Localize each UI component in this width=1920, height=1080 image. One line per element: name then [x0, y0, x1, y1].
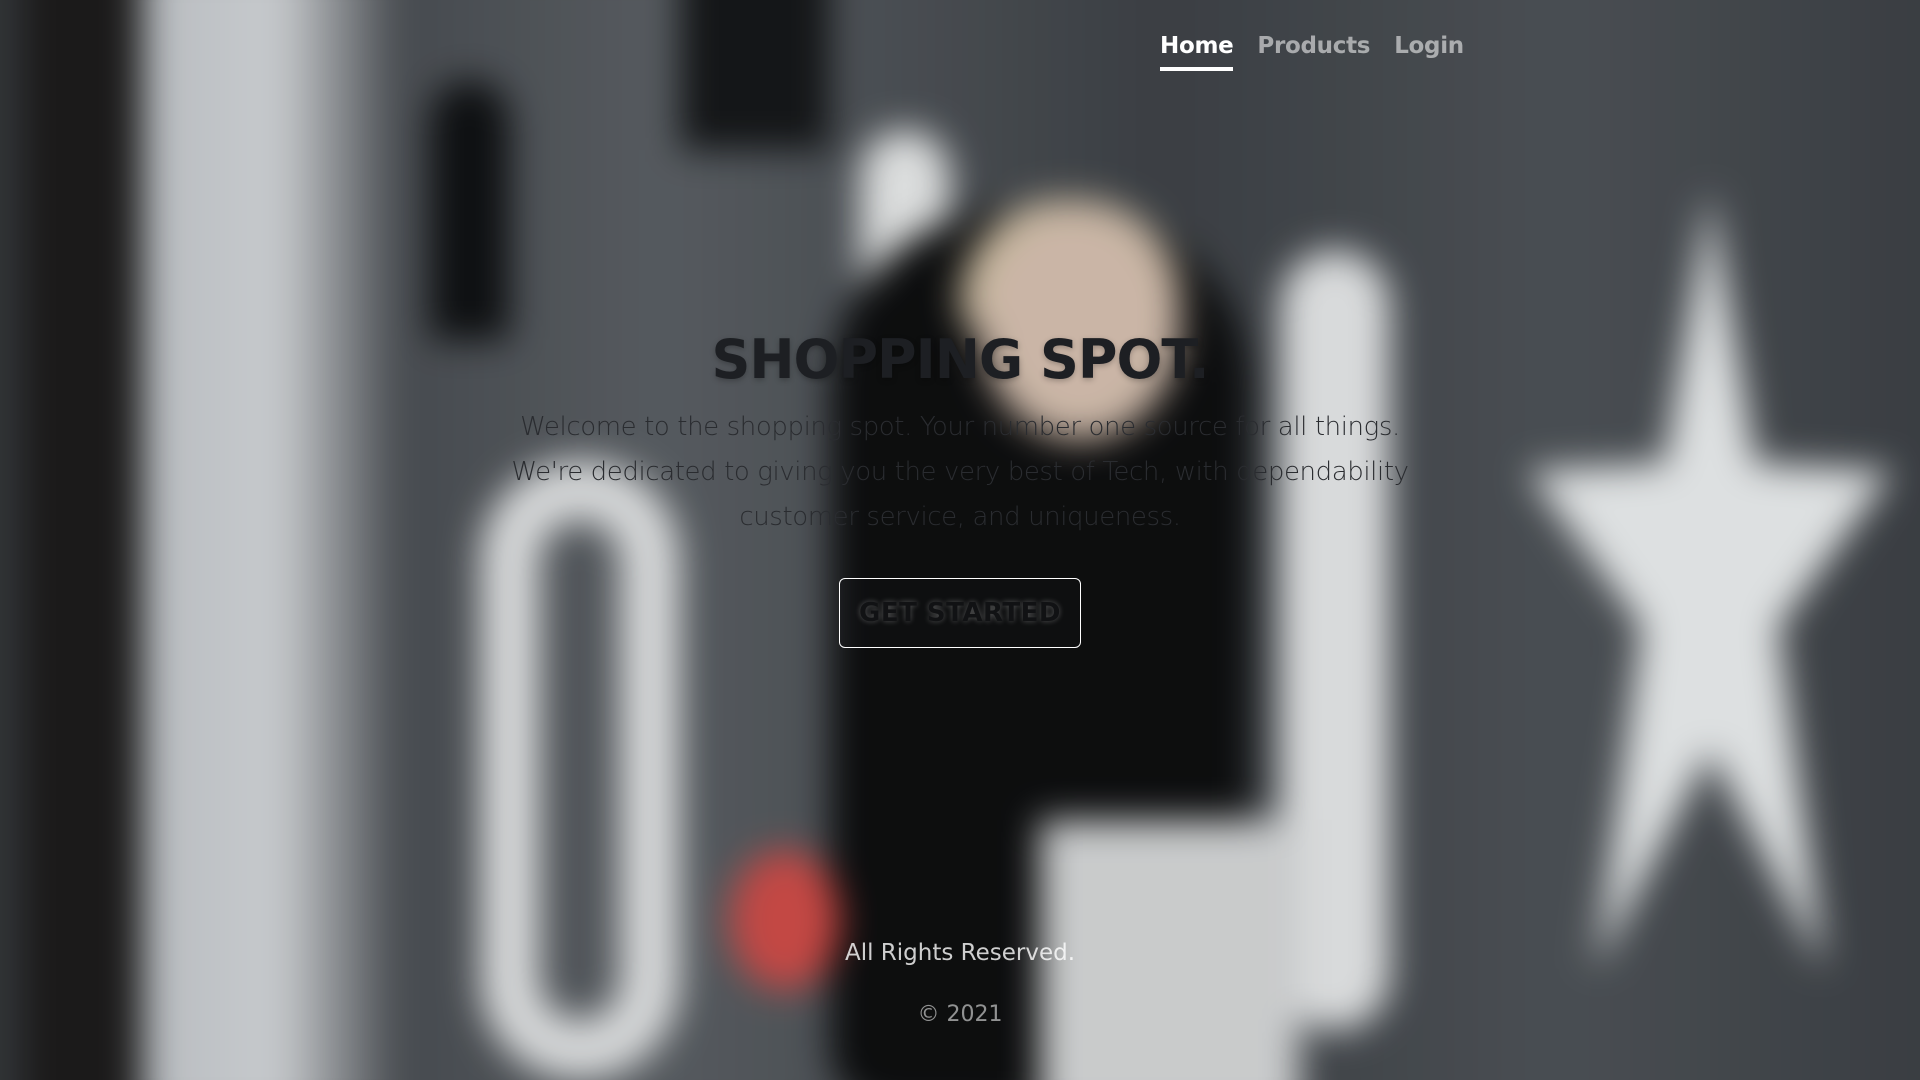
footer-copyright: © 2021 — [917, 1002, 1003, 1027]
nav-login-link[interactable]: Login — [1394, 33, 1464, 71]
footer-rights-text: All Rights Reserved. — [844, 940, 1076, 966]
landing-page: Home Products Login SHOPPING SPOT. Welco… — [0, 0, 1920, 1080]
nav-products-link[interactable]: Products — [1257, 33, 1370, 71]
get-started-button[interactable]: GET STARTED — [839, 578, 1081, 648]
hero-section: SHOPPING SPOT. Welcome to the shopping s… — [460, 328, 1460, 648]
hero-title: SHOPPING SPOT. — [711, 328, 1209, 391]
nav-home-link[interactable]: Home — [1160, 33, 1234, 71]
main-nav: Home Products Login — [1160, 33, 1464, 71]
hero-description: Welcome to the shopping spot. Your numbe… — [511, 412, 1409, 532]
